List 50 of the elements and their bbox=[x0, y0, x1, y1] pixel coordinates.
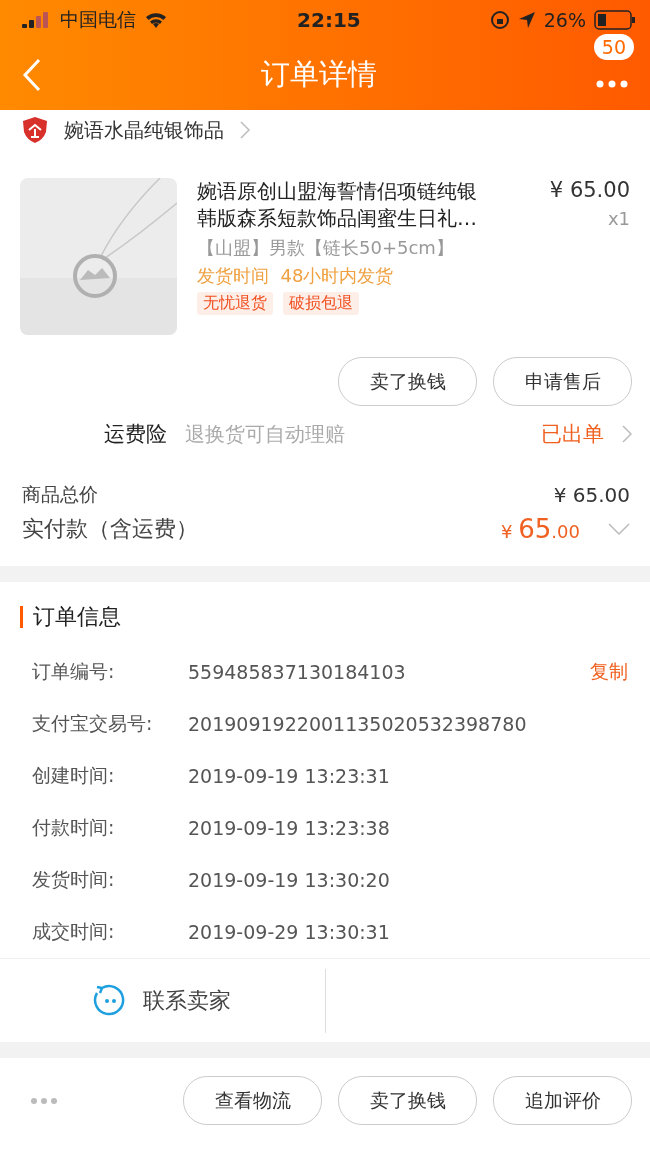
battery-percent: 26% bbox=[543, 9, 586, 31]
info-label: 发货时间: bbox=[32, 867, 116, 892]
more-icon[interactable] bbox=[596, 80, 628, 88]
rotation-lock-icon bbox=[489, 10, 510, 30]
contact-seller-link[interactable]: 联系卖家 bbox=[143, 985, 232, 1016]
action-button[interactable]: 追加评价 bbox=[493, 1076, 632, 1125]
back-icon[interactable] bbox=[22, 58, 42, 92]
product-title[interactable]: 婉语原创山盟海誓情侣项链纯银韩版森系短款饰品闺蜜生日礼… bbox=[197, 178, 487, 232]
info-label: 付款时间: bbox=[32, 815, 116, 840]
info-value: 2019091922001135020532398780 bbox=[188, 713, 528, 735]
paid-label: 实付款（含运费） bbox=[22, 515, 198, 543]
page-title: 订单详情 bbox=[260, 56, 378, 93]
info-label: 创建时间: bbox=[32, 763, 116, 788]
service-tag: 破损包退 bbox=[283, 292, 359, 315]
chevron-right-icon bbox=[622, 425, 632, 443]
section-title: 订单信息 bbox=[33, 603, 121, 631]
info-value: 2019-09-19 13:23:38 bbox=[188, 817, 391, 839]
action-button[interactable]: 查看物流 bbox=[183, 1076, 322, 1125]
chevron-right-icon bbox=[240, 121, 250, 139]
carrier-name: 中国电信 bbox=[60, 7, 136, 32]
section-marker bbox=[20, 606, 23, 628]
info-label: 订单编号: bbox=[32, 659, 116, 684]
product-spec: 【山盟】男款【链长50+5cm】 bbox=[197, 236, 455, 260]
info-label: 支付宝交易号: bbox=[32, 711, 154, 736]
info-value: 2019-09-19 13:23:31 bbox=[188, 765, 391, 787]
action-button[interactable]: 卖了换钱 bbox=[338, 357, 477, 406]
more-icon[interactable] bbox=[30, 1096, 58, 1105]
action-button[interactable]: 卖了换钱 bbox=[338, 1076, 477, 1125]
shipping-time: 发货时间 48小时内发货 bbox=[197, 264, 395, 288]
goods-total-value: ¥ 65.00 bbox=[553, 483, 630, 507]
info-value: 559485837130184103 bbox=[188, 661, 407, 683]
battery-icon bbox=[594, 10, 636, 30]
shield-icon bbox=[22, 116, 48, 144]
info-label: 成交时间: bbox=[32, 919, 116, 944]
wifi-icon bbox=[144, 11, 168, 29]
shop-name[interactable]: 婉语水晶纯银饰品 bbox=[64, 116, 224, 144]
insurance-description: 退换货可自动理赔 bbox=[185, 420, 346, 448]
service-tag: 无忧退货 bbox=[197, 292, 273, 315]
insurance-label: 运费险 bbox=[104, 421, 167, 448]
status-time: 22:15 bbox=[296, 8, 362, 32]
paid-amount: ¥ 65.00 bbox=[501, 514, 580, 544]
unit-price: ¥ 65.00 bbox=[549, 178, 630, 202]
info-value: 2019-09-29 13:30:31 bbox=[188, 921, 391, 943]
info-value: 2019-09-19 13:30:20 bbox=[188, 869, 391, 891]
goods-total-label: 商品总价 bbox=[22, 482, 98, 507]
quantity: x1 bbox=[607, 208, 630, 229]
chevron-down-icon[interactable] bbox=[608, 523, 630, 535]
action-button[interactable]: 申请售后 bbox=[493, 357, 632, 406]
message-count-badge: 50 bbox=[593, 34, 634, 60]
location-icon bbox=[517, 11, 536, 29]
